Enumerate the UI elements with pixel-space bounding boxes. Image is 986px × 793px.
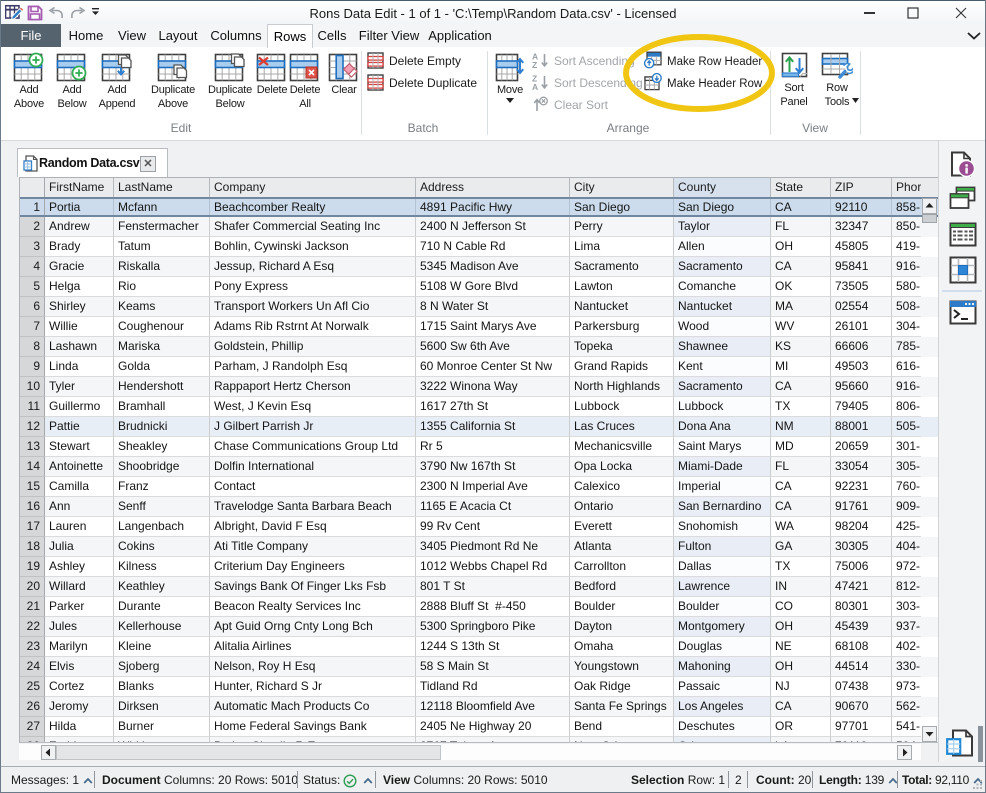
svg-text:Z: Z	[532, 60, 537, 69]
svg-text:A: A	[532, 82, 538, 91]
